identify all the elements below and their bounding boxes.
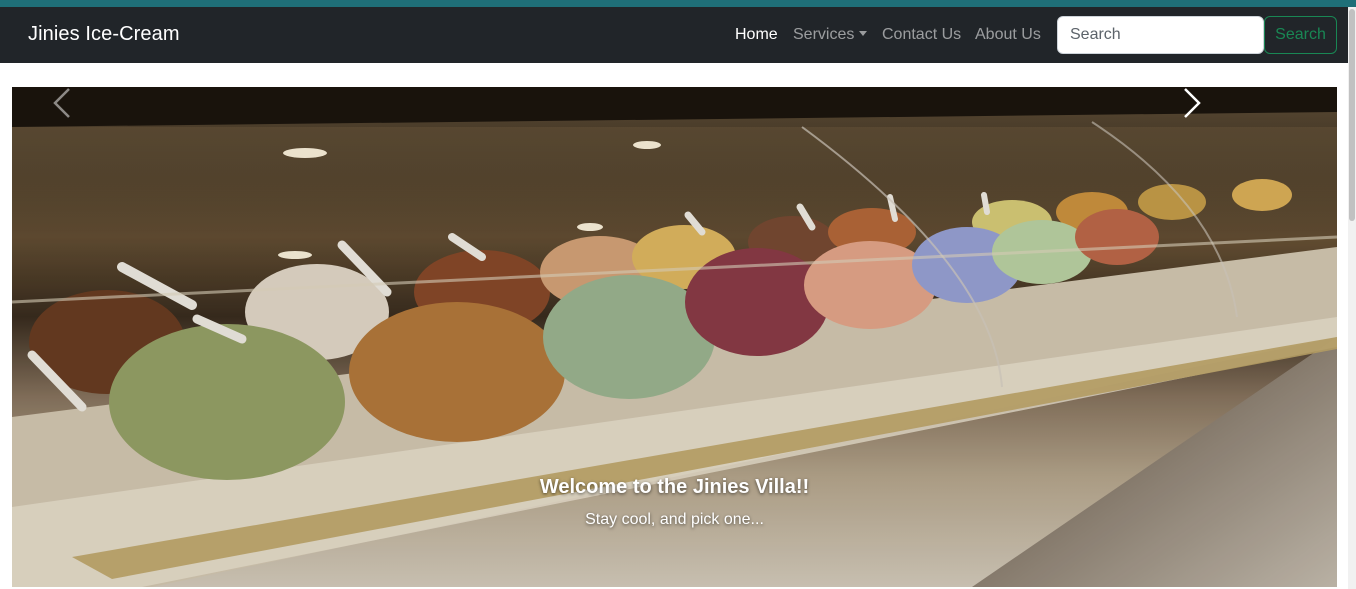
search-input[interactable] xyxy=(1057,16,1264,54)
page-scrollbar[interactable] xyxy=(1348,7,1356,589)
carousel-caption: Welcome to the Jinies Villa!! Stay cool,… xyxy=(412,476,937,529)
top-accent-strip xyxy=(0,0,1356,7)
caption-title: Welcome to the Jinies Villa!! xyxy=(539,476,810,498)
nav-contact-us[interactable]: Contact Us xyxy=(882,26,961,44)
carousel-prev-button[interactable] xyxy=(52,87,162,587)
chevron-left-icon xyxy=(53,88,70,118)
nav-about-us[interactable]: About Us xyxy=(975,26,1041,44)
nav-services-label: Services xyxy=(793,26,855,43)
search-button[interactable]: Search xyxy=(1264,16,1337,54)
scrollbar-thumb[interactable] xyxy=(1349,9,1355,221)
brand-link[interactable]: Jinies Ice-Cream xyxy=(28,23,180,46)
carousel-next-button[interactable] xyxy=(1182,87,1292,587)
chevron-right-icon xyxy=(1184,88,1201,118)
navbar: Jinies Ice-Cream Home Services Contact U… xyxy=(0,7,1348,63)
caret-down-icon xyxy=(859,31,868,36)
caption-text: Stay cool, and pick one... xyxy=(585,511,764,528)
hero-carousel: Welcome to the Jinies Villa!! Stay cool,… xyxy=(12,87,1337,587)
nav-home[interactable]: Home xyxy=(735,26,778,44)
nav-services-dropdown[interactable]: Services xyxy=(793,26,868,44)
